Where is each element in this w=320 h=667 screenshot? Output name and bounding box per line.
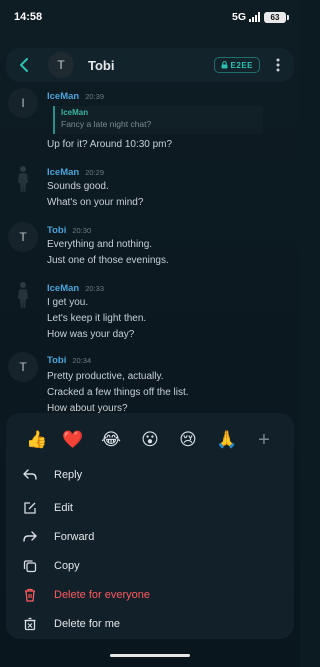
person-silhouette-icon [18, 282, 28, 308]
person-silhouette-icon [18, 166, 28, 192]
status-bar: 14:58 5G 63 [0, 0, 300, 34]
status-time: 14:58 [14, 11, 43, 23]
message-header: IceMan 20:29 [47, 167, 104, 178]
reply-icon [22, 467, 38, 483]
menu-copy-label: Copy [54, 560, 80, 572]
message-text: Just one of those evenings. [47, 255, 169, 266]
reaction-thumbs-up[interactable]: 👍 [22, 425, 52, 455]
more-reactions-button[interactable]: + [249, 425, 279, 455]
status-indicators: 5G 63 [231, 11, 289, 23]
message-time: 20:30 [72, 226, 92, 235]
sender-avatar[interactable]: I [8, 88, 38, 118]
battery-icon: 63 [264, 11, 289, 23]
e2ee-label: E2EE [230, 60, 253, 70]
reaction-surprised[interactable]: 😮 [135, 425, 165, 455]
reaction-bar: 👍 ❤️ 😂 😮 😢 🙏 + [6, 425, 294, 455]
contact-name[interactable]: Tobi [88, 58, 214, 73]
quoted-message[interactable]: IceMan Fancy a late night chat? [53, 106, 263, 134]
chevron-left-icon [20, 58, 28, 72]
menu-edit-label: Edit [54, 502, 73, 514]
message-text: Let's keep it light then. [47, 313, 147, 324]
message-text: Cracked a few things off the list. [47, 387, 189, 398]
menu-delete-me[interactable]: Delete for me [16, 612, 284, 636]
message-text: Pretty productive, actually. [47, 371, 164, 382]
message-header: Tobi 20:34 [47, 355, 91, 366]
network-indicator: 5G [231, 11, 246, 23]
back-button[interactable] [10, 50, 40, 80]
chat-screen: 14:58 5G 63 T Tobi E2EE I IceMan 20:39 I… [0, 0, 300, 667]
more-vertical-icon [276, 58, 280, 72]
reaction-sad[interactable]: 😢 [173, 425, 203, 455]
message-actions-sheet: 👍 ❤️ 😂 😮 😢 🙏 + Reply Edit Forward Copy D… [6, 413, 294, 639]
message-time: 20:39 [85, 92, 104, 101]
message-text: What's on your mind? [47, 197, 144, 208]
lock-icon [221, 61, 228, 69]
sender-avatar[interactable] [8, 280, 38, 310]
message-time: 20:34 [72, 356, 92, 365]
menu-forward-label: Forward [54, 531, 95, 543]
copy-icon [22, 558, 38, 574]
menu-delete-everyone[interactable]: Delete for everyone [16, 583, 284, 607]
trash-icon [22, 587, 38, 603]
quoted-sender: IceMan [61, 108, 89, 117]
menu-copy[interactable]: Copy [16, 554, 284, 578]
contact-avatar[interactable]: T [48, 52, 74, 78]
menu-edit[interactable]: Edit [16, 496, 284, 520]
sender-avatar[interactable]: T [8, 352, 38, 382]
message-text: Sounds good. [47, 181, 109, 192]
sender-name: IceMan [47, 167, 80, 178]
home-indicator[interactable] [110, 654, 190, 657]
message-text: Everything and nothing. [47, 239, 153, 250]
reaction-pray[interactable]: 🙏 [212, 425, 242, 455]
sender-name: IceMan [47, 91, 80, 102]
message-header: Tobi 20:30 [47, 225, 91, 236]
reaction-heart[interactable]: ❤️ [58, 425, 88, 455]
sender-name: IceMan [47, 283, 80, 294]
message-header: IceMan 20:39 [47, 91, 104, 102]
sender-avatar[interactable]: T [8, 222, 38, 252]
message-time: 20:33 [85, 284, 104, 293]
edit-icon [22, 500, 38, 516]
message-header: IceMan 20:33 [47, 283, 104, 294]
sender-name: Tobi [47, 355, 67, 366]
reaction-laugh[interactable]: 😂 [96, 425, 126, 455]
menu-delete-everyone-label: Delete for everyone [54, 589, 150, 601]
menu-reply[interactable]: Reply [16, 463, 284, 487]
sender-name: Tobi [47, 225, 67, 236]
message-text: Up for it? Around 10:30 pm? [47, 139, 173, 150]
menu-delete-me-label: Delete for me [54, 618, 121, 630]
menu-reply-label: Reply [54, 469, 83, 481]
quoted-text: Fancy a late night chat? [61, 119, 152, 129]
forward-icon [22, 529, 38, 545]
delete-box-icon [22, 616, 38, 632]
sender-avatar[interactable] [8, 164, 38, 194]
menu-forward[interactable]: Forward [16, 525, 284, 549]
message-time: 20:29 [85, 168, 104, 177]
message-text: How was your day? [47, 329, 135, 340]
more-options-button[interactable] [266, 50, 290, 80]
signal-icon [249, 12, 260, 22]
chat-header: T Tobi E2EE [6, 48, 294, 82]
e2ee-badge[interactable]: E2EE [213, 57, 260, 73]
message-text: I get you. [47, 297, 89, 308]
